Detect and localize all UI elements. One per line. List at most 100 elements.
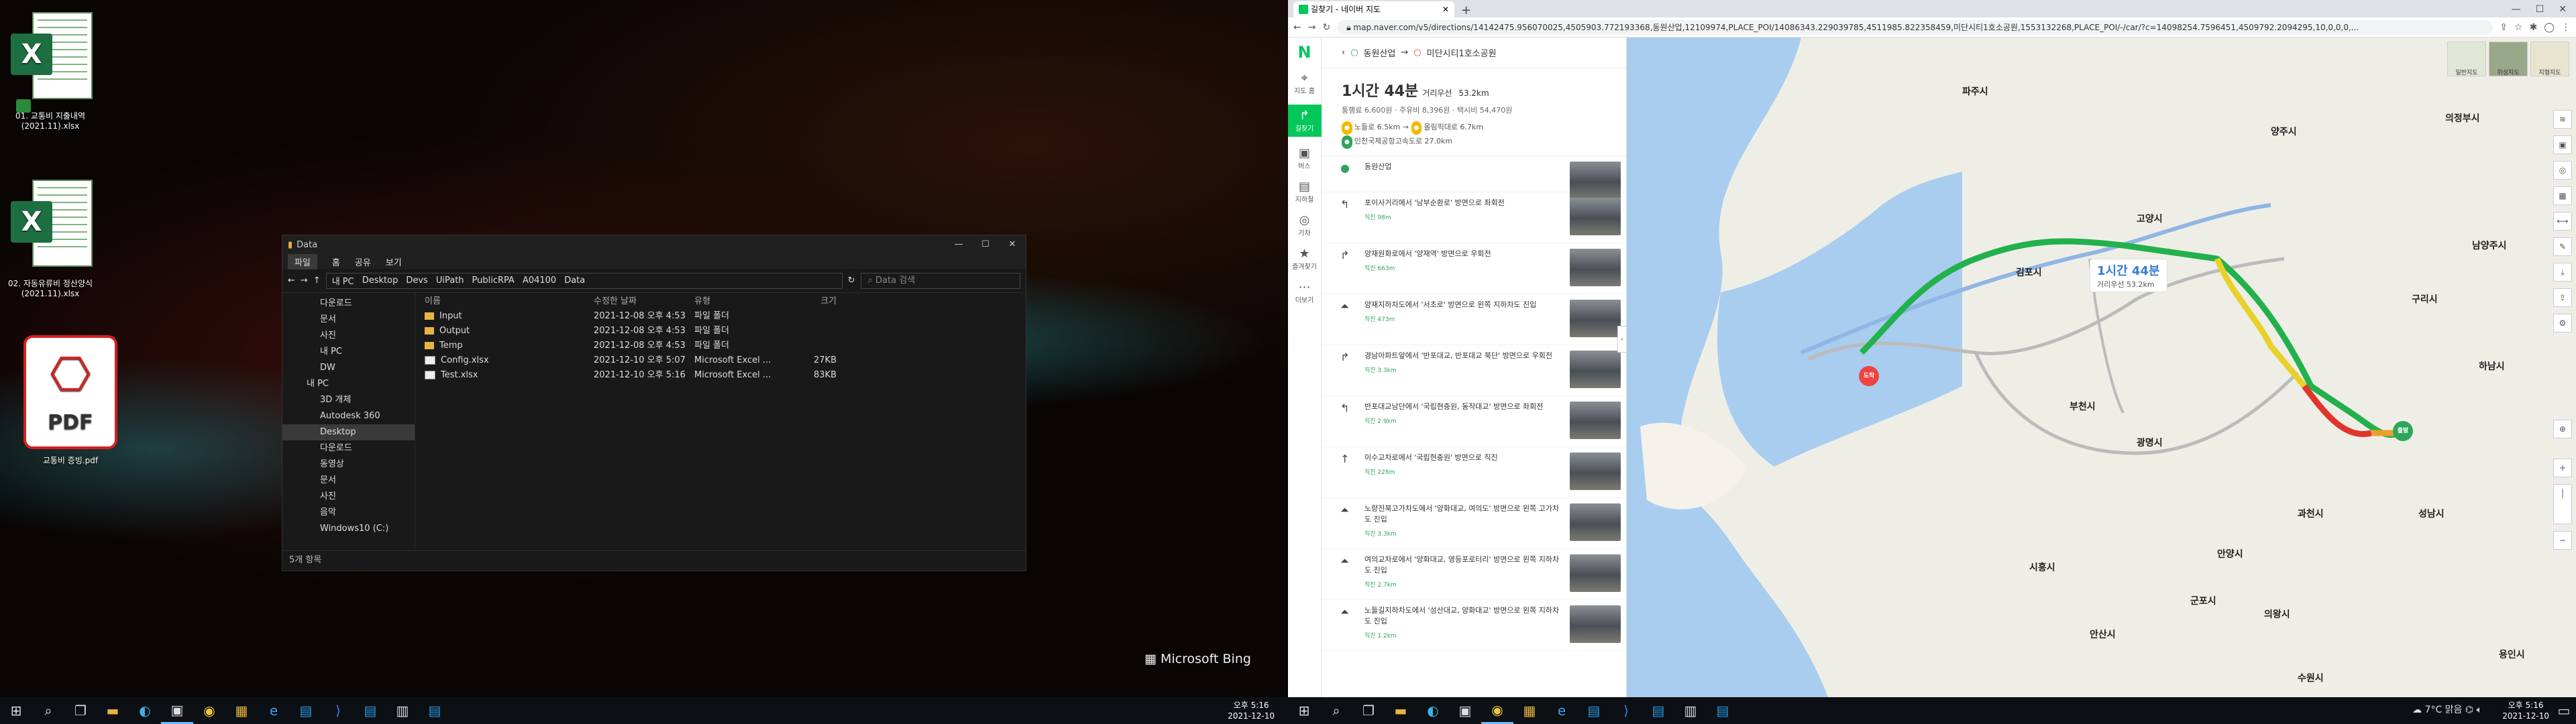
volume-icon[interactable]: 🔈︎ — [2477, 705, 2482, 715]
breadcrumb-item[interactable]: UiPath — [436, 276, 464, 286]
route-step[interactable]: ↰ 포이사거리에서 '남부순환로' 방면으로 좌회전 직진 98m — [1322, 192, 1626, 243]
file-row[interactable]: Input 2021-12-08 오후 4:53 파일 폴더 — [419, 309, 1026, 324]
share-icon[interactable]: ⇪ — [2500, 22, 2508, 33]
clock[interactable]: 오후 5:16 2021-12-10 — [2502, 700, 2549, 721]
route-summary[interactable]: 1시간 44분 거리우선 53.2km 통행료 6,600원 · 주유비 8,39… — [1322, 68, 1626, 156]
nav-item-downloads-2[interactable]: 다운로드 — [282, 440, 415, 457]
uipath-studio-icon[interactable]: ▤ — [354, 697, 386, 724]
uipath-icon[interactable]: ▤ — [1578, 697, 1610, 724]
notification-icon[interactable]: ▭ — [2552, 697, 2576, 724]
uipath-assistant-icon[interactable]: ▤ — [1707, 697, 1739, 724]
route-step[interactable]: ↱ 양재원화로에서 '양재역' 방면으로 우회전 직진 663m — [1322, 243, 1626, 294]
nav-item-music[interactable]: 음악 — [282, 505, 415, 521]
forward-arrow-icon[interactable]: → — [301, 276, 308, 286]
nav-item-desktop[interactable]: Desktop — [282, 424, 415, 440]
nav-item-this-pc-root[interactable]: 내 PC — [282, 376, 415, 392]
tab-file[interactable]: 파일 — [288, 253, 317, 269]
vscode-icon[interactable]: ⟩ — [1610, 697, 1642, 724]
save-icon[interactable]: ⤓ — [2553, 263, 2572, 282]
zoom-slider[interactable]: │ — [2553, 484, 2572, 524]
file-row[interactable]: Config.xlsx 2021-12-10 오후 5:07 Microsoft E… — [419, 353, 1026, 368]
street-thumbnail[interactable] — [1570, 402, 1621, 439]
vscode-icon[interactable]: ⟩ — [322, 697, 354, 724]
search-icon[interactable]: ⌕ — [1320, 697, 1352, 724]
nav-item-autodesk[interactable]: Autodesk 360 — [282, 408, 415, 424]
profile-icon[interactable]: ◯ — [2544, 22, 2555, 33]
traffic-icon[interactable]: ≋ — [2553, 110, 2572, 129]
ie-icon[interactable]: e — [1546, 697, 1578, 724]
network-icon[interactable]: ⌬ — [2465, 705, 2473, 715]
close-button[interactable]: ✕ — [999, 235, 1026, 254]
breadcrumb-item[interactable]: A04100 — [523, 276, 556, 286]
start-icon[interactable]: ⊞ — [0, 697, 32, 724]
origin-label[interactable]: 동원산업 — [1364, 46, 1396, 59]
edge-icon[interactable]: ◐ — [129, 697, 161, 724]
maximize-button[interactable]: ☐ — [972, 235, 999, 254]
origin-pin[interactable]: 출발 — [2393, 421, 2413, 441]
street-thumbnail[interactable] — [1570, 300, 1621, 337]
breadcrumb-item[interactable]: PublicRPA — [472, 276, 515, 286]
zoom-out-icon[interactable]: − — [2553, 531, 2572, 550]
route-step[interactable]: ⏶ 노량진북고가차도에서 '양화대교, 여의도' 방면으로 왼쪽 고가차도 진입 직… — [1322, 498, 1626, 549]
address-bar[interactable]: 🔒︎ map.naver.com/v5/directions/14142475.… — [1337, 19, 2493, 35]
file-row[interactable]: Test.xlsx 2021-12-10 오후 5:16 Microsoft Exc… — [419, 368, 1026, 383]
desktop-icon-excel-1[interactable]: X 01. 교통비 지출내역(2021.11).xlsx — [0, 7, 101, 131]
ie-icon[interactable]: e — [258, 697, 290, 724]
nav-item-videos[interactable]: 동영상 — [282, 457, 415, 473]
street-thumbnail[interactable] — [1570, 198, 1621, 235]
back-chevron-icon[interactable]: ‹ — [1342, 48, 1345, 58]
zoom-in-icon[interactable]: + — [2553, 459, 2572, 477]
desktop-icon-excel-2[interactable]: X 02. 자동유류비 정산양식(2021.11).xlsx — [0, 174, 101, 298]
street-thumbnail[interactable] — [1570, 605, 1621, 643]
column-type[interactable]: 유형 — [694, 294, 788, 309]
route-step[interactable]: ↱ 경남아파트앞에서 '반포대교, 반포대교 북단' 방면으로 우회전 직진 3.3… — [1322, 345, 1626, 396]
new-tab-button[interactable]: + — [1454, 3, 1478, 17]
menu-bus[interactable]: ▣ 버스 — [1288, 146, 1322, 170]
file-row[interactable]: Output 2021-12-08 오후 4:53 파일 폴더 — [419, 324, 1026, 339]
nav-item-c-drive[interactable]: Windows10 (C:) — [282, 521, 415, 537]
minimize-button[interactable]: — — [2512, 4, 2521, 15]
collapse-panel-button[interactable]: ‹ — [1617, 326, 1626, 353]
menu-train[interactable]: ◎ 기차 — [1288, 213, 1322, 237]
street-thumbnail[interactable] — [1570, 503, 1621, 541]
nav-item-3d-objects[interactable]: 3D 개체 — [282, 392, 415, 408]
back-arrow-icon[interactable]: ← — [288, 276, 295, 286]
search-icon[interactable]: ⌕ — [32, 697, 64, 724]
chrome-icon[interactable]: ◉ — [193, 697, 225, 724]
menu-more[interactable]: ⋯ 더보기 — [1288, 280, 1322, 304]
notepad-icon[interactable]: ▥ — [1674, 697, 1707, 724]
tab-view[interactable]: 보기 — [386, 255, 402, 268]
photos-icon[interactable]: ▣ — [1449, 697, 1481, 724]
app-icon[interactable]: ▦ — [225, 697, 258, 724]
street-thumbnail[interactable] — [1570, 452, 1621, 490]
bookmark-star-icon[interactable]: ☆ — [2514, 22, 2523, 33]
explorer-titlebar[interactable]: ▮ Data — ☐ ✕ — [282, 235, 1026, 254]
layer-normal[interactable]: 일반지도 — [2447, 42, 2486, 76]
desktop-icon-pdf[interactable]: ⎔ PDF 교통비 증빙.pdf — [20, 335, 121, 466]
file-row[interactable]: Temp 2021-12-08 오후 4:53 파일 폴더 — [419, 339, 1026, 353]
file-explorer-icon[interactable]: ▬ — [1385, 697, 1417, 724]
naver-logo[interactable]: N — [1295, 43, 1314, 62]
breadcrumb-item[interactable]: Desktop — [362, 276, 398, 286]
bus-layer-icon[interactable]: ▣ — [2553, 135, 2572, 154]
nav-item-this-pc[interactable]: 내 PC — [282, 344, 415, 360]
draw-icon[interactable]: ✎ — [2553, 237, 2572, 256]
task-view-icon[interactable]: ❐ — [1352, 697, 1385, 724]
clock[interactable]: 오후 5:16 2021-12-10 — [1228, 700, 1275, 721]
nav-item-pictures[interactable]: 사진 — [282, 328, 415, 344]
menu-icon[interactable]: ⋮ — [2561, 22, 2571, 33]
browser-tab[interactable]: 길찾기 - 네이버 지도 ✕ — [1293, 1, 1454, 17]
layer-terrain[interactable]: 지형지도 — [2530, 42, 2569, 76]
tab-close-icon[interactable]: ✕ — [1442, 1, 1449, 17]
breadcrumb-item[interactable]: Devs — [406, 276, 427, 286]
extensions-icon[interactable]: ✱ — [2530, 22, 2538, 33]
tab-share[interactable]: 공유 — [355, 255, 371, 268]
route-step[interactable]: ⏶ 양재지하차도에서 '서초로' 방면으로 왼쪽 지하차도 진입 직진 473m — [1322, 294, 1626, 345]
breadcrumb-item[interactable]: 내 PC — [332, 274, 354, 287]
street-thumbnail[interactable] — [1570, 351, 1621, 388]
refresh-icon[interactable]: ↻ — [848, 276, 855, 286]
nav-item-pictures-2[interactable]: 사진 — [282, 489, 415, 505]
minimize-button[interactable]: — — [945, 235, 972, 254]
route-step[interactable]: ↑ 이수교차로에서 '국립현충원' 방면으로 직진 직진 228m — [1322, 447, 1626, 498]
column-name[interactable]: 이름 — [419, 294, 594, 309]
